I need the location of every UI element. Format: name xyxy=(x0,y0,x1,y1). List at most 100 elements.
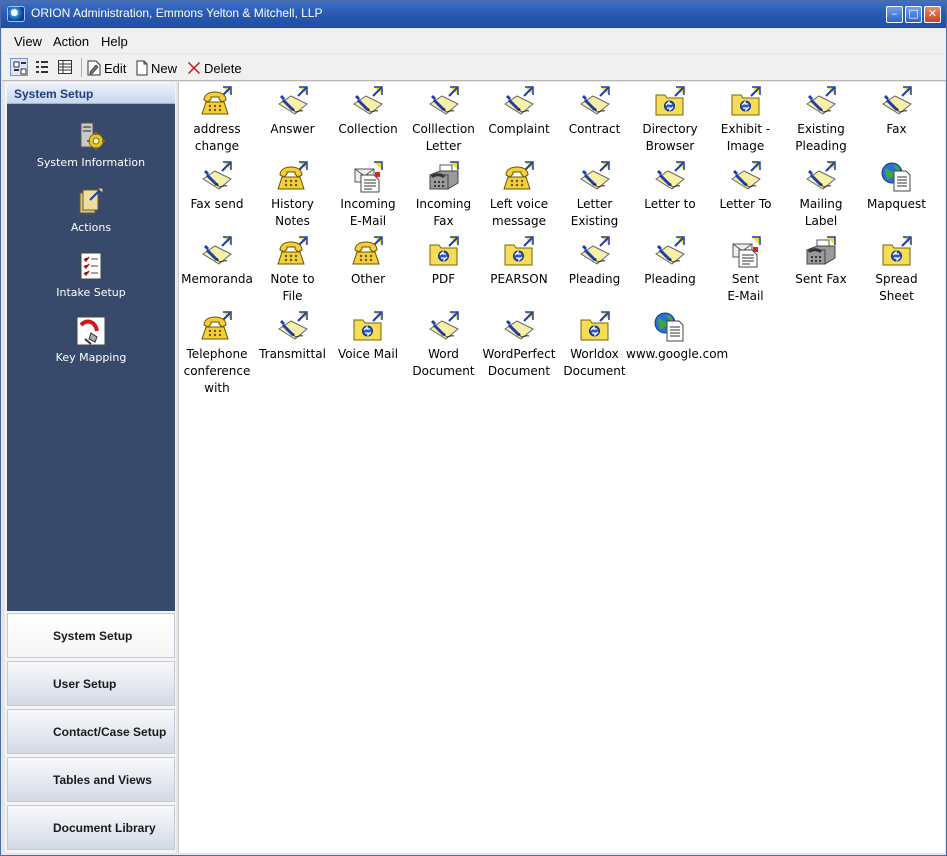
sidebar-item-label: Intake Setup xyxy=(56,286,126,299)
pen-icon xyxy=(730,161,762,193)
sidebar: System Setup System Information Actions … xyxy=(5,82,176,853)
action-item[interactable]: History Notes xyxy=(255,157,331,232)
fax-icon xyxy=(805,236,837,268)
details-view-button[interactable] xyxy=(56,58,74,76)
action-item[interactable]: Fax xyxy=(859,82,935,157)
action-item-label: Fax xyxy=(886,122,907,136)
section-label: User Setup xyxy=(53,677,117,691)
action-item[interactable]: Left voice message xyxy=(481,157,557,232)
menu-bar: View Action Help xyxy=(2,29,946,53)
phone-icon xyxy=(276,236,309,268)
sidebar-icon-panel: System Information Actions Intake Setup xyxy=(7,104,175,611)
action-item[interactable]: Memoranda xyxy=(179,232,255,307)
folder-icon xyxy=(352,311,384,343)
action-item[interactable]: Mailing Label xyxy=(783,157,859,232)
action-item[interactable]: PDF xyxy=(406,232,482,307)
close-icon: ✕ xyxy=(927,7,938,20)
title-bar[interactable]: ORION Administration, Emmons Yelton & Mi… xyxy=(1,1,946,28)
sidebar-item-label: Actions xyxy=(70,221,112,234)
action-item[interactable]: Voice Mail xyxy=(330,307,406,382)
delete-button[interactable]: Delete xyxy=(187,58,242,78)
sidebar-header: System Setup xyxy=(7,84,175,104)
sidebar-item-system-information[interactable]: System Information xyxy=(7,120,175,180)
pen-icon xyxy=(654,161,686,193)
section-user-setup-button[interactable]: User Setup xyxy=(7,661,175,706)
action-item[interactable]: Note to File xyxy=(255,232,331,307)
maximize-button[interactable]: □ xyxy=(905,6,922,23)
section-contact-case-setup-button[interactable]: Contact/Case Setup xyxy=(7,709,175,754)
pen-icon xyxy=(352,86,384,118)
sidebar-item-actions[interactable]: Actions xyxy=(7,185,175,245)
action-icon-grid: address change Answer Collection Colllectio… xyxy=(179,82,946,853)
action-item[interactable]: Sent Fax xyxy=(783,232,859,307)
close-button[interactable]: ✕ xyxy=(924,6,941,23)
pen-icon xyxy=(881,86,913,118)
delete-x-icon xyxy=(188,62,200,74)
action-item[interactable]: Mapquest xyxy=(859,157,935,232)
action-item[interactable]: Contract xyxy=(557,82,633,157)
new-label: New xyxy=(151,60,178,76)
sidebar-item-key-mapping[interactable]: Key Mapping xyxy=(7,315,175,375)
action-item[interactable]: Answer xyxy=(255,82,331,157)
action-item[interactable]: Directory Browser xyxy=(632,82,708,157)
action-item[interactable]: Fax send xyxy=(179,157,255,232)
section-tables-and-views-button[interactable]: Tables and Views xyxy=(7,757,175,802)
action-item[interactable]: Letter to xyxy=(632,157,708,232)
action-item[interactable]: Incoming Fax xyxy=(406,157,482,232)
list-view-button[interactable] xyxy=(33,58,51,76)
action-item[interactable]: Pleading xyxy=(632,232,708,307)
action-item[interactable]: address change xyxy=(179,82,255,157)
application-window: ORION Administration, Emmons Yelton & Mi… xyxy=(0,0,947,856)
list-view-icon xyxy=(36,61,48,73)
action-item[interactable]: Spread Sheet xyxy=(859,232,935,307)
sidebar-item-intake-setup[interactable]: Intake Setup xyxy=(7,250,175,310)
phone-icon xyxy=(352,236,384,268)
action-item[interactable]: Sent E-Mail xyxy=(708,232,784,307)
sidebar-item-label: System Information xyxy=(36,156,146,169)
section-label: Tables and Views xyxy=(53,773,152,787)
action-item[interactable]: Word Document xyxy=(406,307,482,382)
action-item-label: Spread Sheet xyxy=(875,272,918,303)
action-item[interactable]: Incoming E-Mail xyxy=(330,157,406,232)
action-item[interactable]: Telephone conference with xyxy=(179,307,255,395)
action-item[interactable]: Letter Existing xyxy=(557,157,633,232)
pen-icon xyxy=(579,236,611,268)
delete-label: Delete xyxy=(204,60,242,76)
section-system-setup-button[interactable]: System Setup xyxy=(7,613,175,658)
action-item[interactable]: Pleading xyxy=(557,232,633,307)
menu-view[interactable]: View xyxy=(14,34,42,49)
action-item[interactable]: www.google.com xyxy=(626,307,728,382)
action-item[interactable]: Colllection Letter xyxy=(406,82,482,157)
action-item[interactable]: Transmittal xyxy=(255,307,331,382)
orion-logo-icon[interactable] xyxy=(7,6,25,22)
window-title: ORION Administration, Emmons Yelton & Mi… xyxy=(31,6,323,20)
edit-icon xyxy=(87,60,101,76)
action-item[interactable]: Existing Pleading xyxy=(783,82,859,157)
pen-icon xyxy=(428,86,460,118)
action-item[interactable]: Other xyxy=(330,232,406,307)
action-item[interactable]: Worldox Document xyxy=(557,307,633,382)
action-item[interactable]: Exhibit - Image xyxy=(708,82,784,157)
action-item[interactable]: Complaint xyxy=(481,82,557,157)
large-icons-view-button[interactable] xyxy=(10,58,28,76)
section-label: Contact/Case Setup xyxy=(53,725,167,739)
new-button[interactable]: New xyxy=(136,58,177,78)
pen-icon xyxy=(503,86,535,118)
web-icon xyxy=(654,311,686,343)
section-document-library-button[interactable]: Document Library xyxy=(7,805,175,850)
action-item[interactable]: Collection xyxy=(330,82,406,157)
action-item[interactable]: Letter To xyxy=(708,157,784,232)
maximize-icon: □ xyxy=(908,7,919,20)
pen-icon xyxy=(201,161,233,193)
minimize-button[interactable]: – xyxy=(886,6,903,23)
menu-action[interactable]: Action xyxy=(53,34,89,49)
intake-setup-icon xyxy=(80,252,102,280)
folder-icon xyxy=(654,86,686,118)
edit-button[interactable]: Edit xyxy=(87,58,126,78)
menu-help[interactable]: Help xyxy=(101,34,128,49)
key-mapping-icon xyxy=(76,316,106,346)
action-item[interactable]: PEARSON xyxy=(481,232,557,307)
action-item[interactable]: WordPerfect Document xyxy=(481,307,557,382)
toolbar-separator xyxy=(81,58,82,77)
pen-icon xyxy=(579,161,611,193)
